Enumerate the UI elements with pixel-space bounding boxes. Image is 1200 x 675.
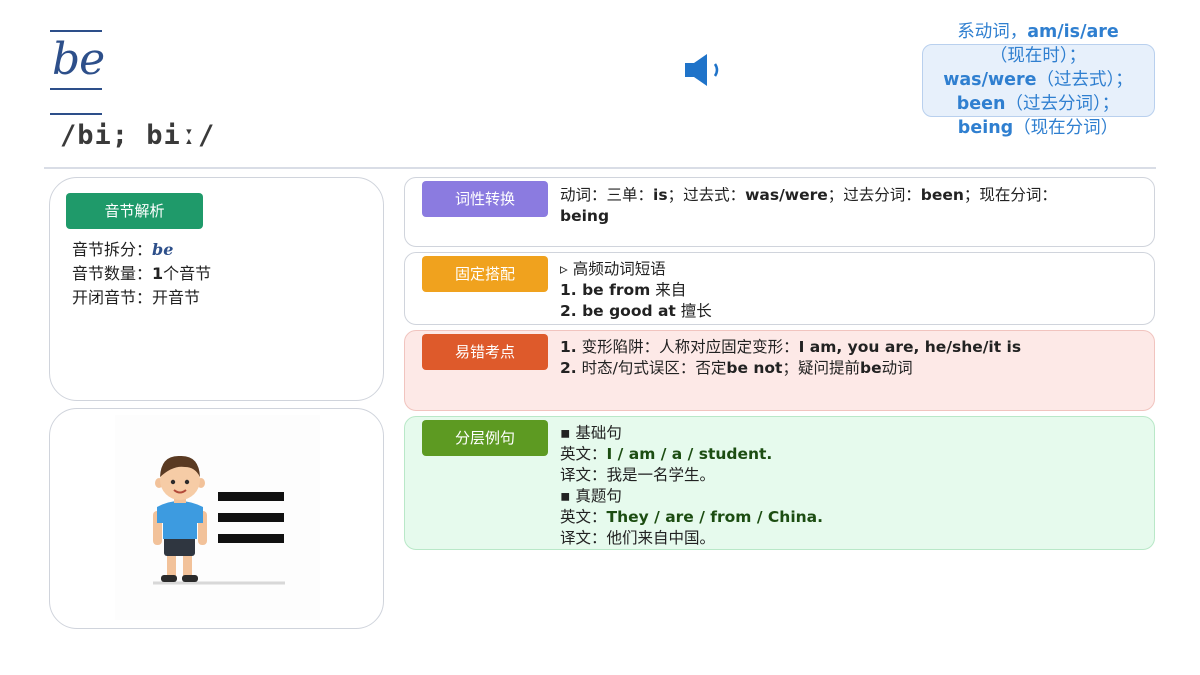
collocation-item: 1. be from 来自 xyxy=(560,281,687,299)
speaker-icon[interactable] xyxy=(683,52,727,88)
exam-sentence-zh: 译文：他们来自中国。 xyxy=(560,529,716,547)
meaning-line-1: 系动词，am/is/are xyxy=(957,22,1119,42)
basic-sentence-zh: 译文：我是一名学生。 xyxy=(560,466,716,484)
examples-text: ▪ 基础句 英文：I / am / a / student. 译文：我是一名学生… xyxy=(560,423,823,549)
syllable-count: 音节数量：1个音节 xyxy=(72,264,212,283)
syllable-details: 音节拆分：be 音节数量：1个音节 开闭音节：开音节 xyxy=(72,238,211,310)
phonetic-transcription: /bi; biː/ xyxy=(60,120,216,151)
error-point-1: 1. 变形陷阱：人称对应固定变形：I am, you are, he/she/i… xyxy=(560,338,1022,356)
pos-conversion-tag: 词性转换 xyxy=(422,181,548,217)
syllable-tag: 音节解析 xyxy=(66,193,203,229)
basic-sentence-en: 英文：I / am / a / student. xyxy=(560,445,773,463)
meaning-line-3: was/were（过去式）； xyxy=(943,70,1133,90)
examples-tag: 分层例句 xyxy=(422,420,548,456)
fixed-collocation-tag: 固定搭配 xyxy=(422,256,548,292)
exam-sentence-en: 英文：They / are / from / China. xyxy=(560,508,824,526)
pos-conversion-text: 动词：三单：is；过去式：was/were；过去分词：been；现在分词： bei… xyxy=(560,186,1057,225)
header-divider xyxy=(44,167,1156,169)
meaning-text: 系动词，am/is/are （现在时）； was/were（过去式）； been… xyxy=(905,20,1171,140)
menu-lines-icon xyxy=(218,492,284,543)
error-point-2: 2. 时态/句式误区：否定be not；疑问提前be动词 xyxy=(560,359,913,377)
basic-sentence-heading: ▪ 基础句 xyxy=(560,424,622,442)
collocation-heading: ▹ 高频动词短语 xyxy=(560,260,666,278)
meaning-line-2: （现在时）； xyxy=(989,46,1087,66)
exam-sentence-heading: ▪ 真题句 xyxy=(560,487,622,505)
meaning-line-5: being（现在分词） xyxy=(957,118,1119,138)
syllable-open-closed: 开闭音节：开音节 xyxy=(72,288,201,307)
fixed-collocation-text: ▹ 高频动词短语 1. be from 来自 2. be good at 擅长 xyxy=(560,259,712,322)
collocation-item: 2. be good at 擅长 xyxy=(560,302,712,320)
headword: be xyxy=(52,34,105,85)
common-errors-text: 1. 变形陷阱：人称对应固定变形：I am, you are, he/she/i… xyxy=(560,337,1021,379)
common-errors-tag: 易错考点 xyxy=(422,334,548,370)
meaning-line-4: been（过去分词）； xyxy=(956,94,1120,114)
syllable-split: 音节拆分：be xyxy=(72,240,174,259)
